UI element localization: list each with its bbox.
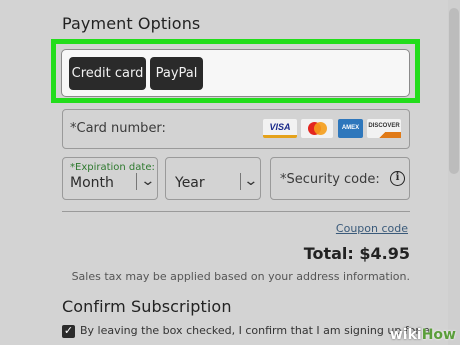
divider [62, 211, 410, 212]
order-total: Total: $4.95 [303, 244, 410, 263]
year-select-value: Year [175, 175, 205, 191]
consent-checkbox[interactable]: ✓ [62, 325, 75, 338]
scrollbar-thumb[interactable] [449, 8, 459, 174]
sales-tax-note: Sales tax may be applied based on your a… [71, 270, 410, 283]
payment-page: Payment Options Credit card PayPal *Card… [0, 0, 460, 345]
discover-logo: DISCOVER [367, 119, 401, 138]
paypal-button[interactable]: PayPal [150, 57, 203, 90]
consent-text: By leaving the box checked, I confirm th… [80, 324, 431, 337]
month-select-value: Month [70, 175, 114, 191]
mastercard-logo [301, 119, 333, 138]
year-select-separator [240, 173, 241, 190]
month-select-separator [136, 173, 137, 190]
card-number-label: *Card number: [70, 121, 166, 136]
payment-options-title: Payment Options [62, 14, 201, 33]
coupon-code-link[interactable]: Coupon code [336, 222, 408, 235]
confirm-subscription-title: Confirm Subscription [62, 297, 232, 316]
credit-card-button[interactable]: Credit card [69, 57, 146, 90]
chevron-down-icon: ⌄ [140, 172, 156, 188]
security-code-label: *Security code: [280, 172, 380, 187]
chevron-down-icon: ⌄ [243, 172, 259, 188]
amex-logo: AMEX [338, 119, 363, 138]
visa-logo: VISA [263, 119, 297, 138]
info-icon[interactable]: i [390, 171, 405, 186]
wikihow-watermark: wikiHow [389, 327, 456, 343]
